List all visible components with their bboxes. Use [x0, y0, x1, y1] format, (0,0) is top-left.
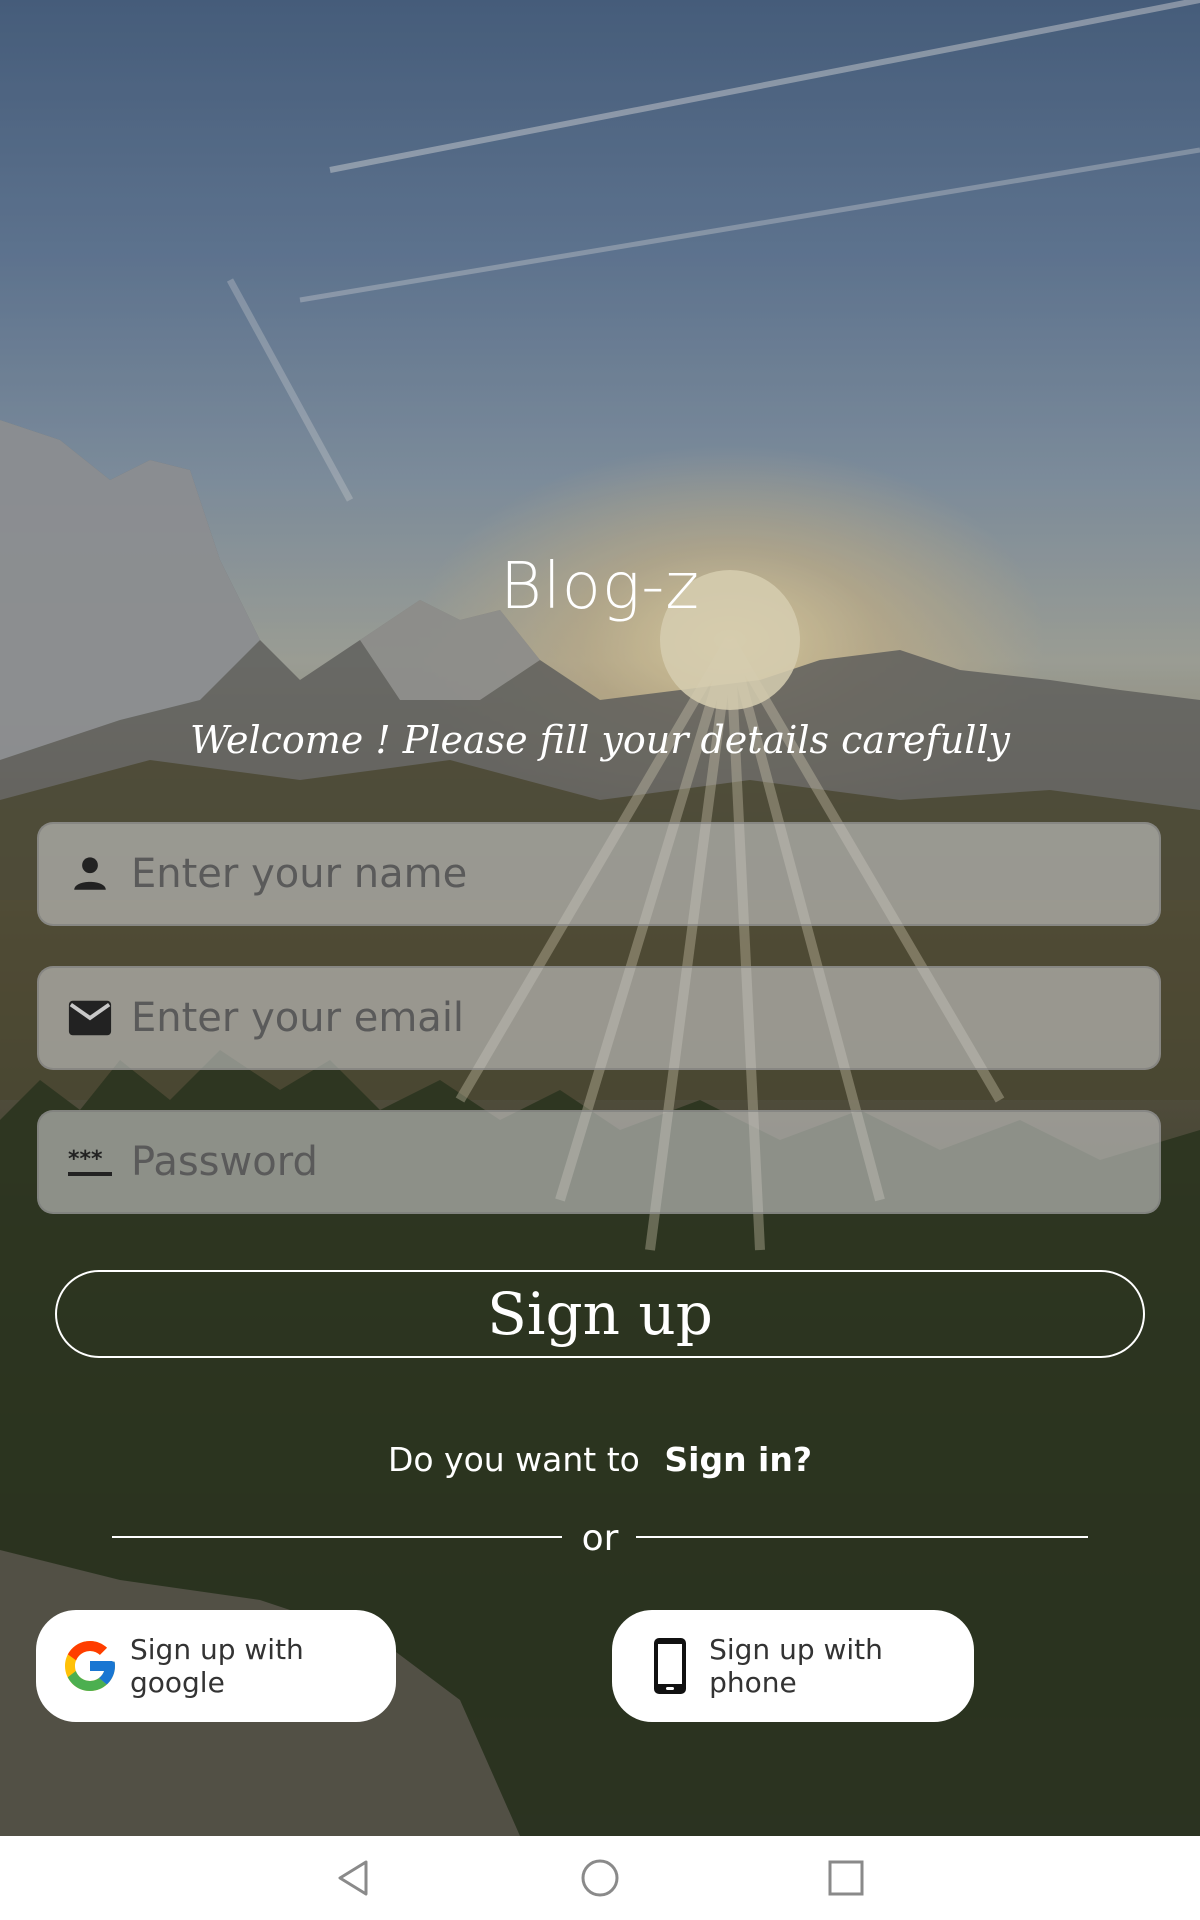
person-icon	[65, 849, 115, 899]
password-placeholder: Password	[131, 1139, 318, 1185]
signin-link[interactable]: Sign in?	[664, 1440, 812, 1479]
password-icon: ***	[65, 1137, 115, 1187]
signup-screen: Blog-z Welcome ! Please fill your detail…	[0, 0, 1200, 1920]
welcome-subtitle: Welcome ! Please fill your details caref…	[190, 718, 1010, 762]
name-placeholder: Enter your name	[131, 851, 468, 897]
signin-prompt-text: Do you want to	[387, 1440, 640, 1479]
phone-signup-button[interactable]: Sign up with phone	[612, 1610, 974, 1722]
app-title: Blog-z	[500, 550, 700, 624]
phone-icon	[648, 1634, 691, 1698]
signin-prompt-row: Do you want to Sign in?	[0, 1440, 1200, 1479]
home-icon[interactable]	[578, 1856, 622, 1900]
mail-icon	[65, 993, 115, 1043]
back-icon[interactable]	[332, 1856, 376, 1900]
google-signup-button[interactable]: Sign up with google	[36, 1610, 396, 1722]
password-input[interactable]: *** Password	[37, 1110, 1161, 1214]
or-divider: or	[112, 1518, 1088, 1559]
email-placeholder: Enter your email	[131, 995, 465, 1041]
google-icon	[60, 1635, 120, 1697]
divider-label: or	[581, 1518, 619, 1559]
svg-text:***: ***	[68, 1147, 103, 1172]
phone-signup-label: Sign up with phone	[709, 1633, 883, 1699]
google-signup-label: Sign up with google	[130, 1633, 304, 1699]
system-navigation-bar	[0, 1836, 1200, 1920]
recents-icon[interactable]	[824, 1856, 868, 1900]
email-input[interactable]: Enter your email	[37, 966, 1161, 1070]
signup-button[interactable]: Sign up	[55, 1270, 1145, 1358]
name-input[interactable]: Enter your name	[37, 822, 1161, 926]
